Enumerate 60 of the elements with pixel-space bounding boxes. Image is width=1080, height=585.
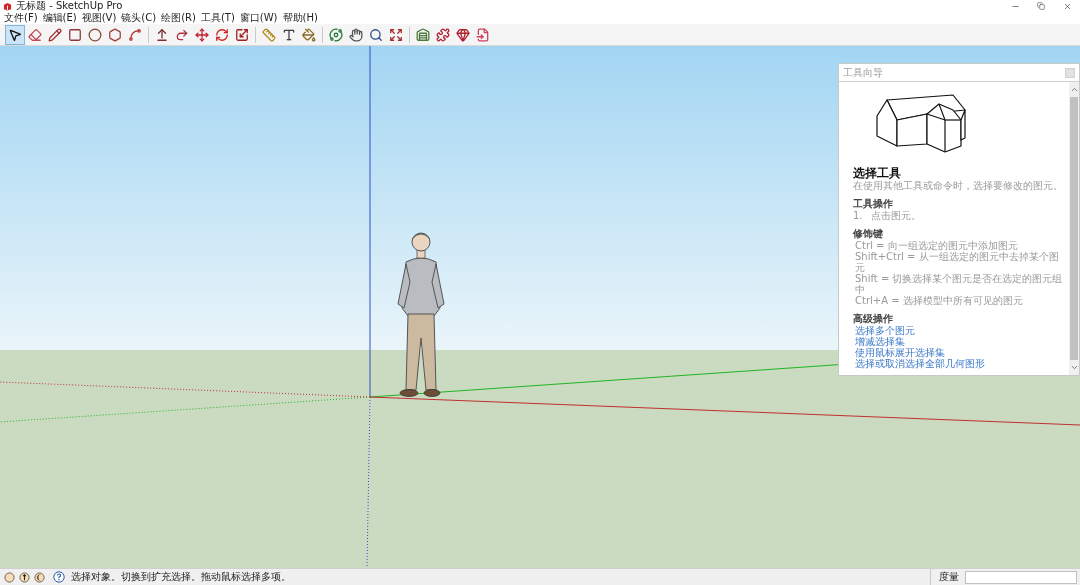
- menu-item[interactable]: 帮助(H): [280, 12, 320, 24]
- eraser-icon: [28, 27, 42, 42]
- modifier-key-text: Ctrl = 向一组选定的图元中添加图元: [854, 240, 1019, 251]
- modifier-key-text: Shift = 切换选择某个图元是否在选定的图元组中: [854, 273, 1064, 295]
- menu-item[interactable]: 镜头(C): [119, 12, 159, 24]
- section-heading: 修饰键: [853, 228, 884, 240]
- curved-arrow-icon: [175, 27, 189, 42]
- warehouse-icon: [416, 27, 430, 42]
- modifier-key-text: Ctrl+A = 选择模型中所有可见的图元: [854, 295, 1024, 306]
- help-link[interactable]: 增减选择集: [853, 336, 905, 347]
- paint-bucket-icon: [302, 27, 316, 42]
- tool-name: 选择工具: [853, 166, 902, 180]
- window-title: 无标题 - SketchUp Pro: [16, 0, 123, 12]
- help-link[interactable]: 选择或取消选择全部几何图形: [853, 358, 985, 369]
- rectangle-icon: [68, 27, 82, 42]
- help-icon[interactable]: [53, 571, 65, 583]
- measurements-field[interactable]: [965, 570, 1077, 584]
- restore-icon: [1037, 2, 1045, 10]
- magnifier-icon: [369, 27, 383, 42]
- rotate-icon: [215, 27, 229, 42]
- section-heading: 工具操作: [853, 198, 894, 210]
- curve-icon: [128, 27, 142, 42]
- pointer-icon: [8, 27, 22, 42]
- gem-icon: [456, 27, 470, 42]
- circle-icon: [88, 27, 102, 42]
- step-text: 点击图元。: [870, 210, 921, 221]
- help-link[interactable]: 选择多个图元: [853, 325, 915, 336]
- step-number: 1.: [853, 210, 863, 221]
- up-arrow-circle-icon[interactable]: [19, 571, 30, 583]
- menu-item[interactable]: 文件(F): [2, 12, 40, 24]
- panel-title: 工具向导: [843, 66, 883, 79]
- text-icon: [282, 27, 296, 42]
- menu-item[interactable]: 视图(V): [79, 12, 119, 24]
- scroll-down-icon[interactable]: [1069, 363, 1079, 372]
- menu-item[interactable]: 工具(T): [198, 12, 237, 24]
- puzzle-icon: [436, 27, 450, 42]
- document-arrow-icon: [476, 27, 490, 42]
- modifier-key-text: Shift+Ctrl = 从一组选定的图元中去掉某个图元: [854, 251, 1060, 273]
- help-link[interactable]: 使用鼠标展开选择集: [853, 347, 945, 358]
- scroll-up-icon[interactable]: [1069, 85, 1079, 94]
- measurements-label: 度量: [939, 571, 959, 583]
- hand-icon: [349, 27, 363, 42]
- scrollbar-thumb[interactable]: [1070, 97, 1078, 360]
- arrow-up-icon: [155, 27, 169, 42]
- pencil-icon: [48, 27, 62, 42]
- tool-description: 在使用其他工具或命令时，选择要修改的图元。: [853, 180, 1064, 191]
- expand-arrows-icon: [389, 27, 403, 42]
- menu-item[interactable]: 编辑(E): [40, 12, 79, 24]
- status-message: 选择对象。切换到扩充选择。拖动鼠标选择多项。: [71, 571, 291, 583]
- menu-item[interactable]: 窗口(W): [237, 12, 280, 24]
- ruler-icon: [262, 27, 276, 42]
- crescent-icon[interactable]: [34, 571, 45, 583]
- hexagon-icon: [108, 27, 122, 42]
- select-tool-button[interactable]: [5, 24, 25, 45]
- move-arrows-icon: [195, 27, 209, 42]
- menu-item[interactable]: 绘图(R): [159, 12, 198, 24]
- close-icon: [1062, 1, 1072, 11]
- orbit-icon: [329, 27, 343, 42]
- scale-icon: [235, 27, 249, 42]
- section-heading: 高级操作: [853, 313, 894, 325]
